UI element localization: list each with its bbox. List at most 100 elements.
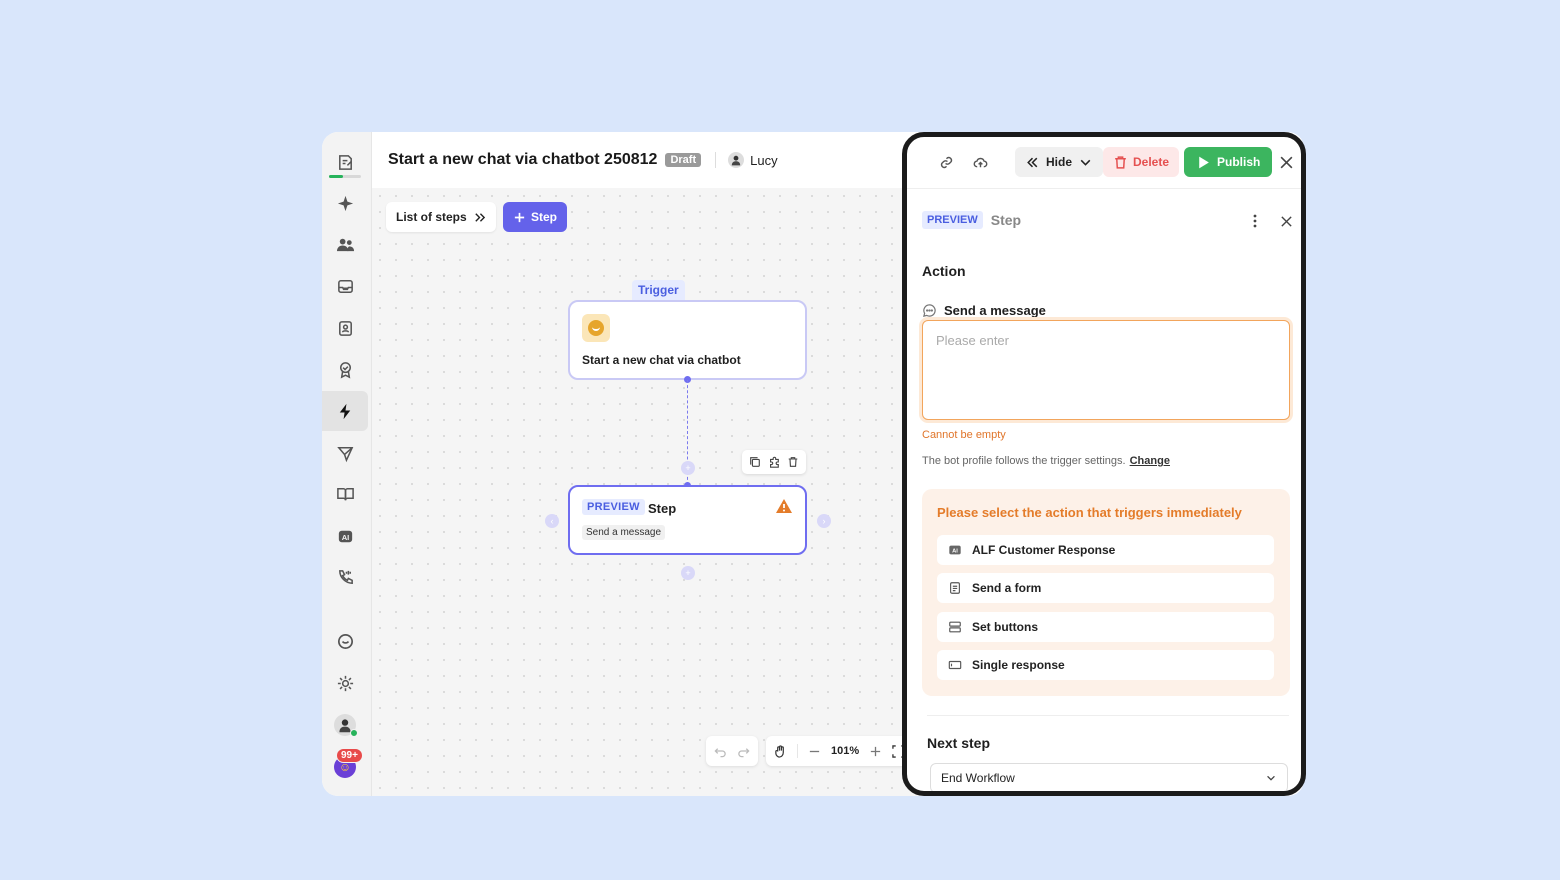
kebab-icon	[1253, 214, 1257, 228]
online-status-dot	[350, 729, 358, 737]
phone-icon[interactable]	[322, 557, 368, 597]
inbox-icon[interactable]	[322, 266, 368, 306]
book-icon[interactable]	[322, 474, 368, 514]
contact-card-icon[interactable]	[322, 308, 368, 348]
cloud-upload-icon	[973, 157, 987, 167]
chat-bubble-icon[interactable]	[322, 621, 368, 661]
zoom-in-icon[interactable]	[869, 745, 882, 758]
buttons-icon	[949, 621, 961, 633]
trash-icon[interactable]	[787, 456, 799, 468]
list-of-steps-label: List of steps	[396, 210, 467, 224]
status-badge: Draft	[665, 153, 702, 167]
copy-icon[interactable]	[749, 456, 761, 468]
bot-profile-note: The bot profile follows the trigger sett…	[922, 455, 1170, 467]
close-icon	[1280, 215, 1292, 227]
panel-step-header: PREVIEW Step	[922, 211, 1021, 229]
users-icon[interactable]	[322, 224, 368, 264]
owner-name: Lucy	[750, 152, 778, 168]
option-send-a-form[interactable]: Send a form	[937, 573, 1274, 603]
close-window-button[interactable]	[1273, 147, 1299, 177]
node-toolbar	[742, 450, 806, 474]
hide-label: Hide	[1046, 155, 1073, 169]
immediate-actions-title: Please select the action that triggers i…	[937, 505, 1242, 520]
hand-icon[interactable]	[774, 744, 787, 758]
zoom-toolbar: 101%	[706, 736, 914, 766]
owner[interactable]: Lucy	[728, 152, 778, 168]
add-step-button[interactable]: Step	[503, 202, 568, 232]
close-panel-button[interactable]	[1277, 211, 1295, 231]
hide-button[interactable]: Hide	[1015, 147, 1104, 177]
workflow-canvas[interactable]: List of steps Step Trigger Start a new c…	[372, 188, 932, 796]
double-chevron-left-icon	[1027, 157, 1038, 167]
publish-button[interactable]: Publish	[1184, 147, 1273, 177]
action-heading: Action	[922, 263, 966, 279]
notification-badge: 99+	[336, 748, 363, 763]
chevron-down-icon	[1080, 159, 1091, 166]
panel-step-name[interactable]: Step	[991, 212, 1021, 228]
plus-icon	[514, 212, 525, 222]
link-icon	[940, 156, 952, 168]
branch-left-button[interactable]: ‹	[545, 514, 559, 528]
next-step-value: End Workflow	[941, 771, 1015, 785]
trigger-node[interactable]: Start a new chat via chatbot	[568, 300, 807, 380]
trigger-tag: Trigger	[632, 280, 685, 300]
zoom-out-icon[interactable]	[808, 745, 821, 758]
chatbot-icon	[582, 314, 610, 342]
step-node[interactable]: PREVIEW Step Send a message	[568, 485, 807, 555]
trigger-title: Start a new chat via chatbot	[582, 353, 741, 367]
sparkle-icon[interactable]	[322, 183, 368, 223]
svg-text:AI: AI	[952, 548, 958, 554]
zoom-divider	[797, 744, 798, 758]
preview-tag: PREVIEW	[582, 499, 645, 515]
change-link[interactable]: Change	[1130, 455, 1170, 467]
user-avatar-icon	[728, 152, 745, 168]
avatar[interactable]	[334, 714, 358, 737]
chevron-down-icon	[1267, 775, 1275, 781]
gear-icon[interactable]	[322, 663, 368, 703]
option-label: Single response	[972, 658, 1065, 672]
undo-icon[interactable]	[714, 745, 727, 758]
trash-icon	[1115, 155, 1126, 169]
save-cloud-button[interactable]	[965, 147, 995, 177]
list-of-steps-button[interactable]: List of steps	[386, 202, 496, 232]
branch-right-button[interactable]: ›	[817, 514, 831, 528]
page-title: Start a new chat via chatbot 250812	[388, 151, 658, 168]
close-icon	[1280, 156, 1292, 168]
double-chevron-right-icon	[474, 212, 485, 222]
lightning-icon[interactable]	[322, 391, 368, 431]
delete-button[interactable]: Delete	[1103, 147, 1180, 177]
send-message-label: Send a message	[922, 303, 1046, 318]
more-options-button[interactable]	[1248, 211, 1262, 231]
copy-link-button[interactable]	[931, 147, 961, 177]
redo-icon[interactable]	[737, 745, 750, 758]
view-controls: 101%	[766, 736, 914, 766]
error-message: Cannot be empty	[922, 429, 1006, 441]
step-settings-panel: Hide Delete Publish PREVIEW Step Action …	[902, 132, 1306, 796]
send-icon[interactable]	[322, 433, 368, 473]
insert-step-button[interactable]: +	[681, 461, 695, 475]
next-step-select[interactable]: End Workflow	[930, 763, 1288, 791]
badge-check-icon[interactable]	[322, 349, 368, 389]
immediate-actions-box: Please select the action that triggers i…	[922, 489, 1290, 696]
add-below-button[interactable]: +	[681, 566, 695, 580]
option-label: Send a form	[972, 581, 1042, 595]
preview-tag: PREVIEW	[922, 211, 983, 229]
option-set-buttons[interactable]: Set buttons	[937, 612, 1274, 642]
form-icon	[950, 582, 960, 594]
ai-icon: AI	[949, 545, 961, 554]
message-input[interactable]	[922, 320, 1290, 420]
panel-toolbar: Hide Delete Publish	[907, 137, 1301, 189]
zoom-level: 101%	[831, 745, 860, 757]
option-alf-customer-response[interactable]: AI ALF Customer Response	[937, 535, 1274, 565]
step-action-chip: Send a message	[582, 525, 666, 540]
workflow-header: Start a new chat via chatbot 250812 Draf…	[372, 132, 972, 188]
puzzle-icon[interactable]	[768, 456, 780, 468]
setup-progress	[329, 175, 361, 178]
send-message-text: Send a message	[944, 303, 1046, 318]
ai-icon[interactable]: AI	[322, 516, 368, 556]
sidebar: AI ☺ 99+	[322, 132, 372, 796]
add-step-label: Step	[531, 210, 558, 224]
option-single-response[interactable]: Single response	[937, 650, 1274, 680]
header-divider	[715, 152, 717, 168]
option-label: Set buttons	[972, 620, 1038, 634]
